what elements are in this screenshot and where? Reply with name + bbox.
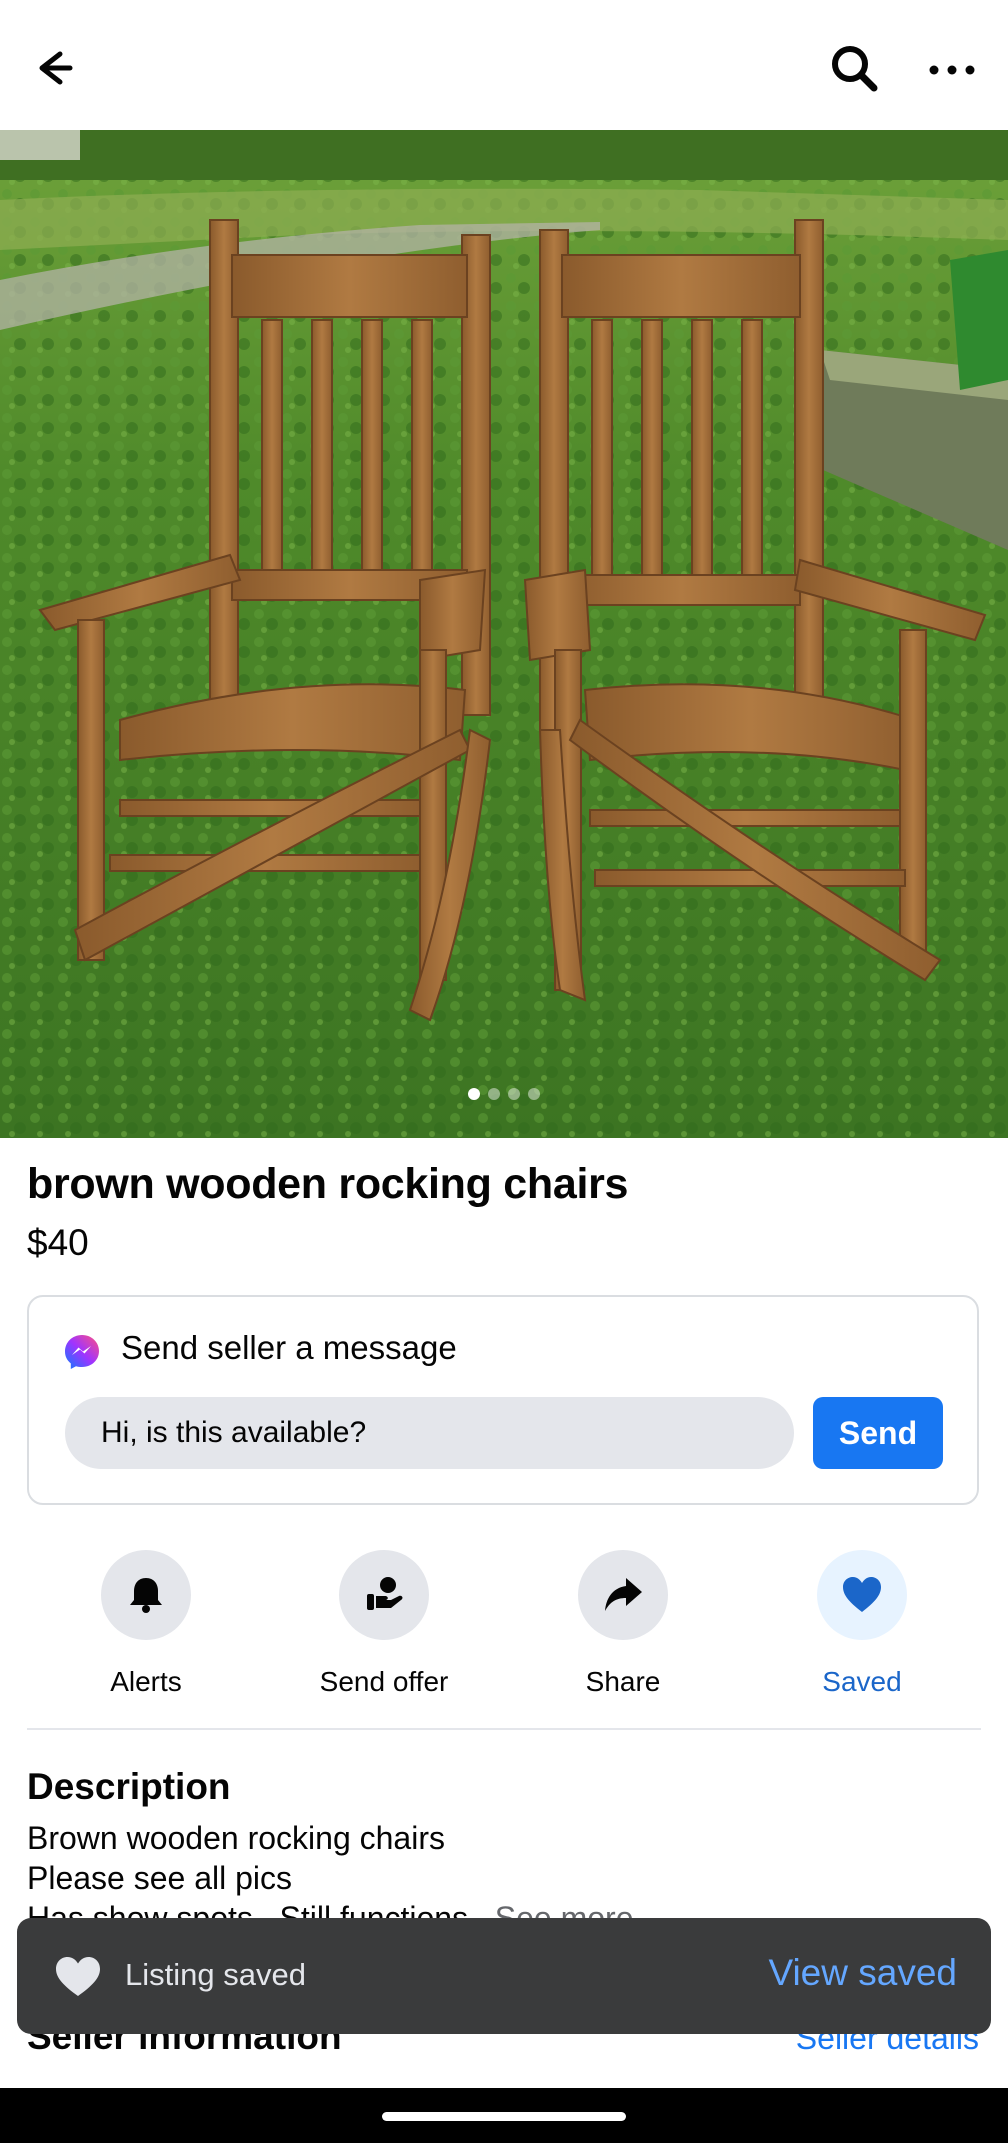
listing-saved-toast: Listing saved View saved (17, 1918, 991, 2034)
listing-title: brown wooden rocking chairs (27, 1160, 629, 1208)
offer-icon (367, 1577, 403, 1610)
listing-photo[interactable] (0, 130, 1008, 1138)
description-line: Brown wooden rocking chairs (27, 1820, 445, 1856)
saved-label: Saved (822, 1666, 902, 1697)
description-line: Please see all pics (27, 1860, 293, 1896)
section-divider (27, 1728, 981, 1730)
toast-text: Listing saved (125, 1957, 306, 1992)
send-button[interactable]: Send (813, 1397, 943, 1469)
send-offer-button[interactable]: Send offer (284, 1550, 484, 1698)
gallery-dot[interactable] (528, 1088, 540, 1100)
saved-circle (817, 1550, 907, 1640)
messenger-icon (65, 1335, 99, 1369)
send-offer-label: Send offer (319, 1666, 449, 1697)
view-saved-link[interactable]: View saved (768, 1952, 957, 1994)
share-button[interactable]: Share (523, 1550, 723, 1698)
rocking-chairs-photo (0, 130, 1008, 1138)
gallery-dot[interactable] (488, 1088, 500, 1100)
share-label: Share (585, 1666, 661, 1697)
bell-icon (130, 1578, 162, 1613)
description-heading: Description (27, 1766, 231, 1807)
alerts-label: Alerts (110, 1666, 182, 1697)
alerts-button[interactable]: Alerts (46, 1550, 246, 1698)
listing-price: $40 (27, 1222, 89, 1263)
gallery-dot[interactable] (508, 1088, 520, 1100)
gallery-dot[interactable] (468, 1088, 480, 1100)
share-circle (578, 1550, 668, 1640)
send-message-title: Send seller a message (121, 1329, 457, 1366)
share-icon (605, 1578, 642, 1611)
search-icon[interactable] (826, 40, 882, 96)
more-options-icon[interactable] (924, 40, 980, 96)
saved-button[interactable]: Saved (762, 1550, 962, 1698)
alerts-circle (101, 1550, 191, 1640)
send-message-card: Send seller a message Hi, is this availa… (27, 1295, 979, 1505)
top-bar (0, 0, 1008, 130)
send-offer-circle (339, 1550, 429, 1640)
back-arrow-icon[interactable] (26, 40, 82, 96)
system-navigation-bar (0, 2088, 1008, 2143)
message-input[interactable]: Hi, is this available? (65, 1397, 794, 1469)
gallery-page-indicator (0, 1088, 1008, 1100)
heart-icon (56, 1957, 100, 1996)
home-gesture-handle[interactable] (382, 2112, 626, 2121)
heart-icon (843, 1577, 881, 1612)
